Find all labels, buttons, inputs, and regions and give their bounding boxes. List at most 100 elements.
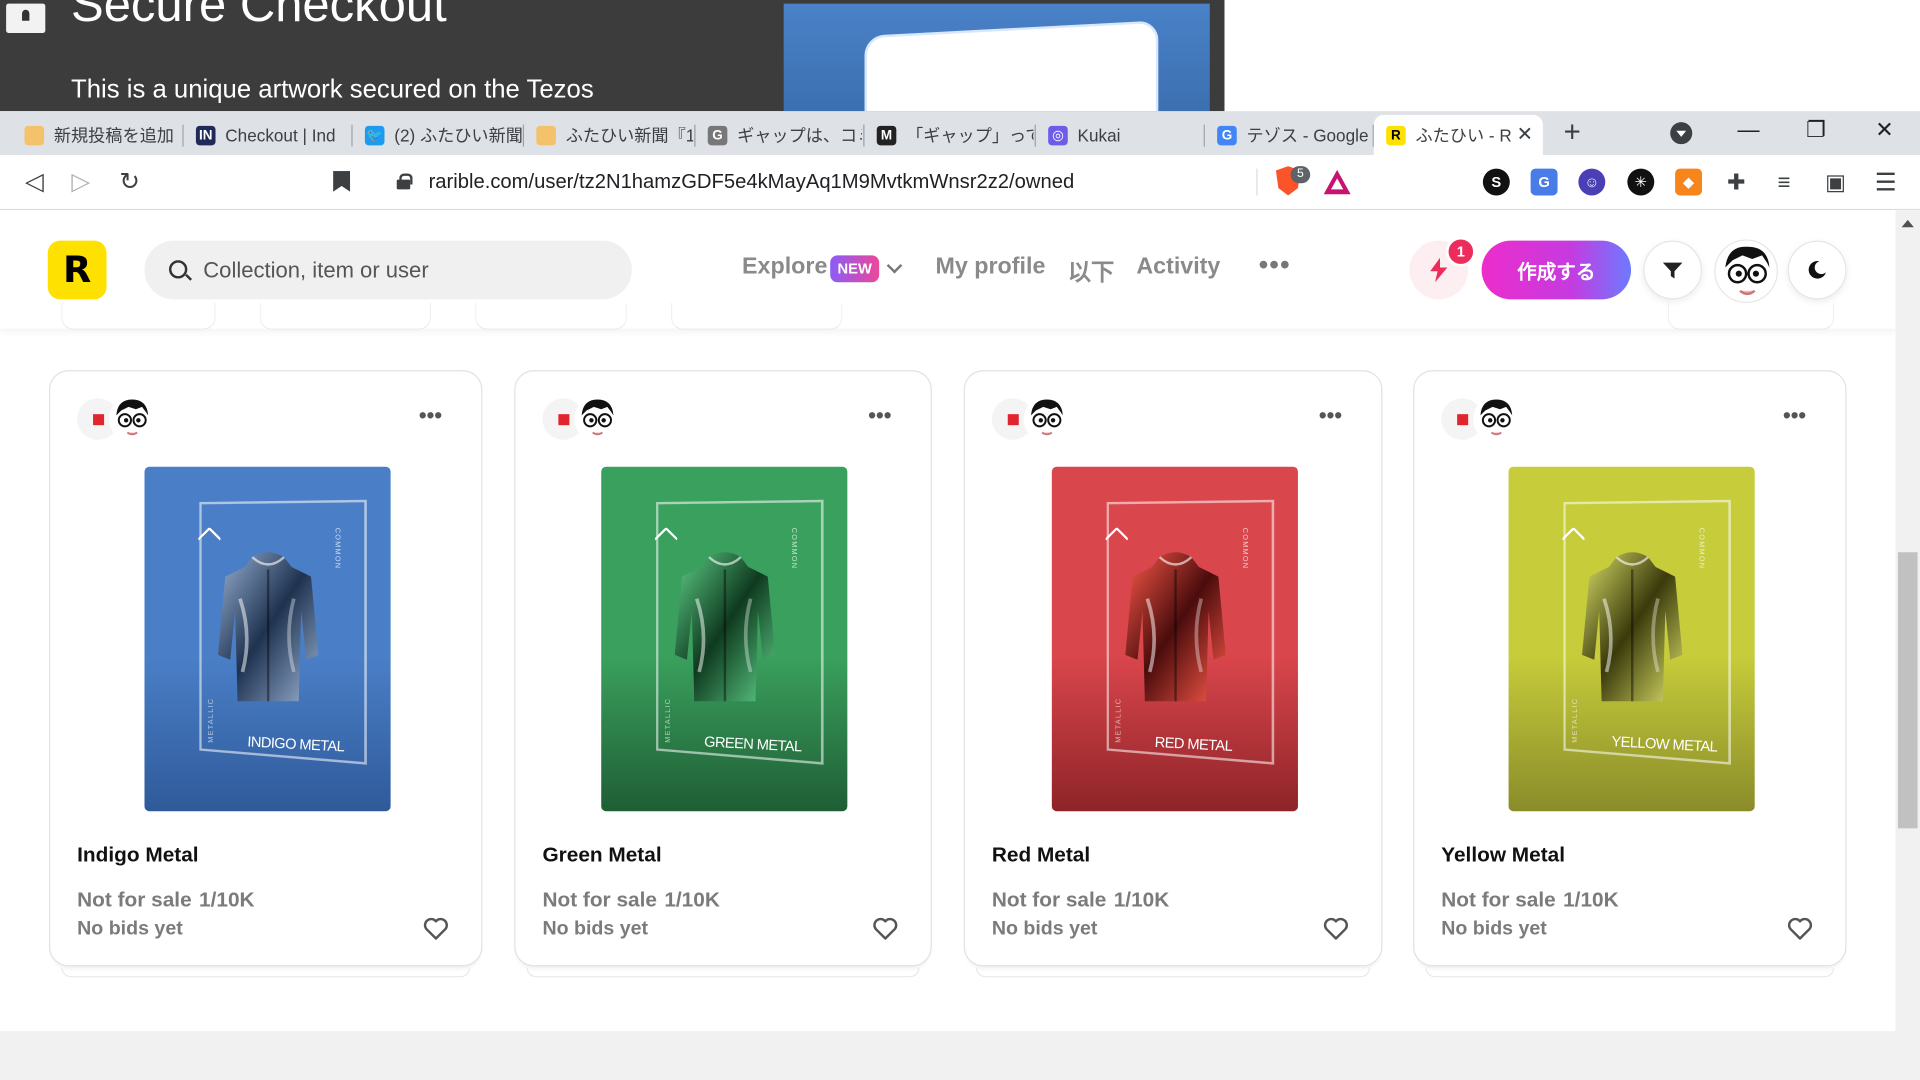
heart-icon[interactable] [872, 916, 899, 940]
filter-chip[interactable] [671, 302, 843, 330]
reading-list-icon[interactable]: ≡ [1771, 169, 1798, 196]
create-button[interactable]: 作成する [1481, 240, 1632, 300]
extension-star-icon[interactable]: ✳ [1627, 168, 1655, 196]
owner-avatar[interactable] [1473, 395, 1520, 443]
nft-title[interactable]: Red Metal [992, 843, 1090, 867]
address-bar[interactable]: rarible.com/user/tz2N1hamzGDF5e4kMayAq1M… [379, 161, 1366, 203]
card-owners[interactable] [542, 395, 621, 443]
nav-my-profile[interactable]: My profile [936, 254, 1046, 281]
nft-title[interactable]: Green Metal [542, 843, 661, 867]
translate-extension-icon[interactable]: G [1530, 168, 1558, 196]
brave-rewards-icon[interactable] [1323, 169, 1351, 195]
back-icon[interactable]: ◁ [20, 167, 49, 196]
card-more-icon[interactable]: ••• [868, 403, 891, 429]
scroll-up-icon[interactable] [1901, 219, 1914, 228]
sale-status-text: Not for sale [1441, 888, 1556, 912]
browser-tab[interactable]: 新規投稿を追加 [12, 115, 184, 155]
reload-icon[interactable]: ↻ [115, 167, 144, 196]
notification-count-badge: 1 [1446, 237, 1476, 267]
artwork-series-label: METALLIC [1115, 697, 1123, 743]
browser-tab[interactable]: ふたひい新聞『1 [524, 115, 696, 155]
card-stack-shadow [526, 967, 920, 978]
filter-chip[interactable] [61, 302, 216, 330]
card-more-icon[interactable]: ••• [1319, 403, 1342, 429]
browser-tab[interactable]: IN Checkout | Ind [184, 115, 353, 155]
nft-card[interactable]: ••• COMMON METALLIC GREEN METAL Green Metal N… [514, 370, 932, 967]
browser-tab[interactable]: G ギャップは、コミュ [696, 115, 865, 155]
minimize-icon[interactable]: — [1724, 117, 1773, 149]
nft-artwork[interactable]: COMMON METALLIC RED METAL [1051, 466, 1298, 812]
browser-tab[interactable]: ◎ Kukai [1036, 115, 1205, 155]
wallet-icon[interactable]: ▣ [1822, 169, 1849, 196]
nft-title[interactable]: Yellow Metal [1441, 843, 1565, 867]
nft-card[interactable]: ••• COMMON METALLIC INDIGO METAL Indigo Meta… [48, 370, 483, 967]
nav-explore[interactable]: Explore [742, 254, 827, 281]
secure-lock-icon[interactable] [396, 173, 413, 190]
new-tab-icon[interactable]: + [1555, 116, 1589, 150]
nft-artwork[interactable]: COMMON METALLIC YELLOW METAL [1508, 466, 1755, 812]
edition-count: 1/10K [199, 888, 255, 912]
bookmark-icon[interactable] [333, 171, 351, 192]
user-avatar[interactable] [1714, 239, 1778, 303]
tab-search-icon[interactable] [1670, 122, 1693, 145]
edition-count: 1/10K [664, 888, 720, 912]
card-owners[interactable] [1441, 395, 1520, 443]
nft-artwork[interactable]: COMMON METALLIC INDIGO METAL [144, 466, 391, 812]
browser-tab[interactable]: M 「ギャップ」ってど [864, 115, 1036, 155]
filter-button[interactable] [1643, 240, 1703, 300]
owner-avatar[interactable] [574, 395, 621, 443]
tab-favicon-icon: M [876, 125, 897, 145]
url-text[interactable]: rarible.com/user/tz2N1hamzGDF5e4kMayAq1M… [429, 171, 1075, 194]
vertical-scrollbar[interactable] [1895, 210, 1920, 1080]
card-more-icon[interactable]: ••• [419, 403, 442, 429]
search-box[interactable] [144, 240, 632, 300]
background-artwork [783, 3, 1210, 112]
restore-icon[interactable]: ❐ [1791, 117, 1840, 149]
sort-chip[interactable] [1667, 302, 1835, 330]
scrollbar-thumb[interactable] [1897, 552, 1918, 829]
artwork-series-label: METALLIC [664, 697, 673, 743]
heart-icon[interactable] [1787, 916, 1814, 940]
chevron-down-icon[interactable] [886, 257, 903, 274]
owner-avatar[interactable] [108, 395, 156, 443]
bids-status: No bids yet [542, 918, 649, 940]
nft-card[interactable]: ••• COMMON METALLIC YELLOW METAL Yellow Meta… [1413, 370, 1847, 967]
tab-label: Checkout | Ind [225, 125, 336, 145]
new-badge: NEW [830, 255, 880, 283]
browser-tab[interactable]: 🐦 (2) ふたひい新聞 [353, 115, 525, 155]
search-input[interactable] [203, 252, 608, 288]
heart-icon[interactable] [422, 916, 449, 940]
heart-icon[interactable] [1322, 916, 1349, 940]
dark-mode-toggle[interactable] [1787, 240, 1847, 300]
more-menu-icon[interactable]: ••• [1259, 249, 1291, 281]
close-window-icon[interactable]: ✕ [1860, 117, 1909, 149]
artwork-rarity-label: COMMON [1240, 527, 1248, 570]
rarible-logo[interactable]: R [47, 240, 107, 300]
filter-chip[interactable] [475, 302, 627, 330]
forward-icon[interactable]: ▷ [66, 167, 95, 196]
browser-tab[interactable]: R ふたひい - R ✕ [1373, 114, 1543, 156]
sale-status-text: Not for sale [542, 888, 657, 912]
extension-s-icon[interactable]: S [1482, 168, 1510, 196]
owner-avatar[interactable] [1023, 395, 1071, 443]
nav-activity[interactable]: Activity [1136, 254, 1220, 281]
tab-favicon-icon: R [1386, 125, 1406, 145]
nft-card[interactable]: ••• COMMON METALLIC RED METAL Red Metal Not f… [963, 370, 1383, 967]
nft-title[interactable]: Indigo Metal [77, 843, 198, 867]
browser-menu-icon[interactable]: ☰ [1872, 169, 1899, 196]
tab-close-icon[interactable]: ✕ [1517, 122, 1533, 146]
extensions-puzzle-icon[interactable]: ✚ [1723, 169, 1750, 196]
nav-following[interactable]: 以下 [1068, 254, 1115, 287]
sale-status-text: Not for sale [991, 888, 1107, 912]
nft-artwork[interactable]: COMMON METALLIC GREEN METAL [601, 466, 848, 812]
avatar-face-icon [1725, 246, 1770, 296]
metamask-fox-icon[interactable]: ◆ [1675, 168, 1703, 196]
browser-tab[interactable]: G テゾス - Google [1205, 115, 1374, 155]
card-owners[interactable] [77, 395, 156, 443]
tab-favicon-icon: ◎ [1048, 125, 1068, 145]
extension-face-icon[interactable]: ☺ [1578, 168, 1606, 196]
card-more-icon[interactable]: ••• [1783, 403, 1806, 429]
card-owners[interactable] [991, 395, 1071, 443]
filter-chip[interactable] [259, 302, 432, 330]
tab-favicon-icon [24, 125, 45, 145]
